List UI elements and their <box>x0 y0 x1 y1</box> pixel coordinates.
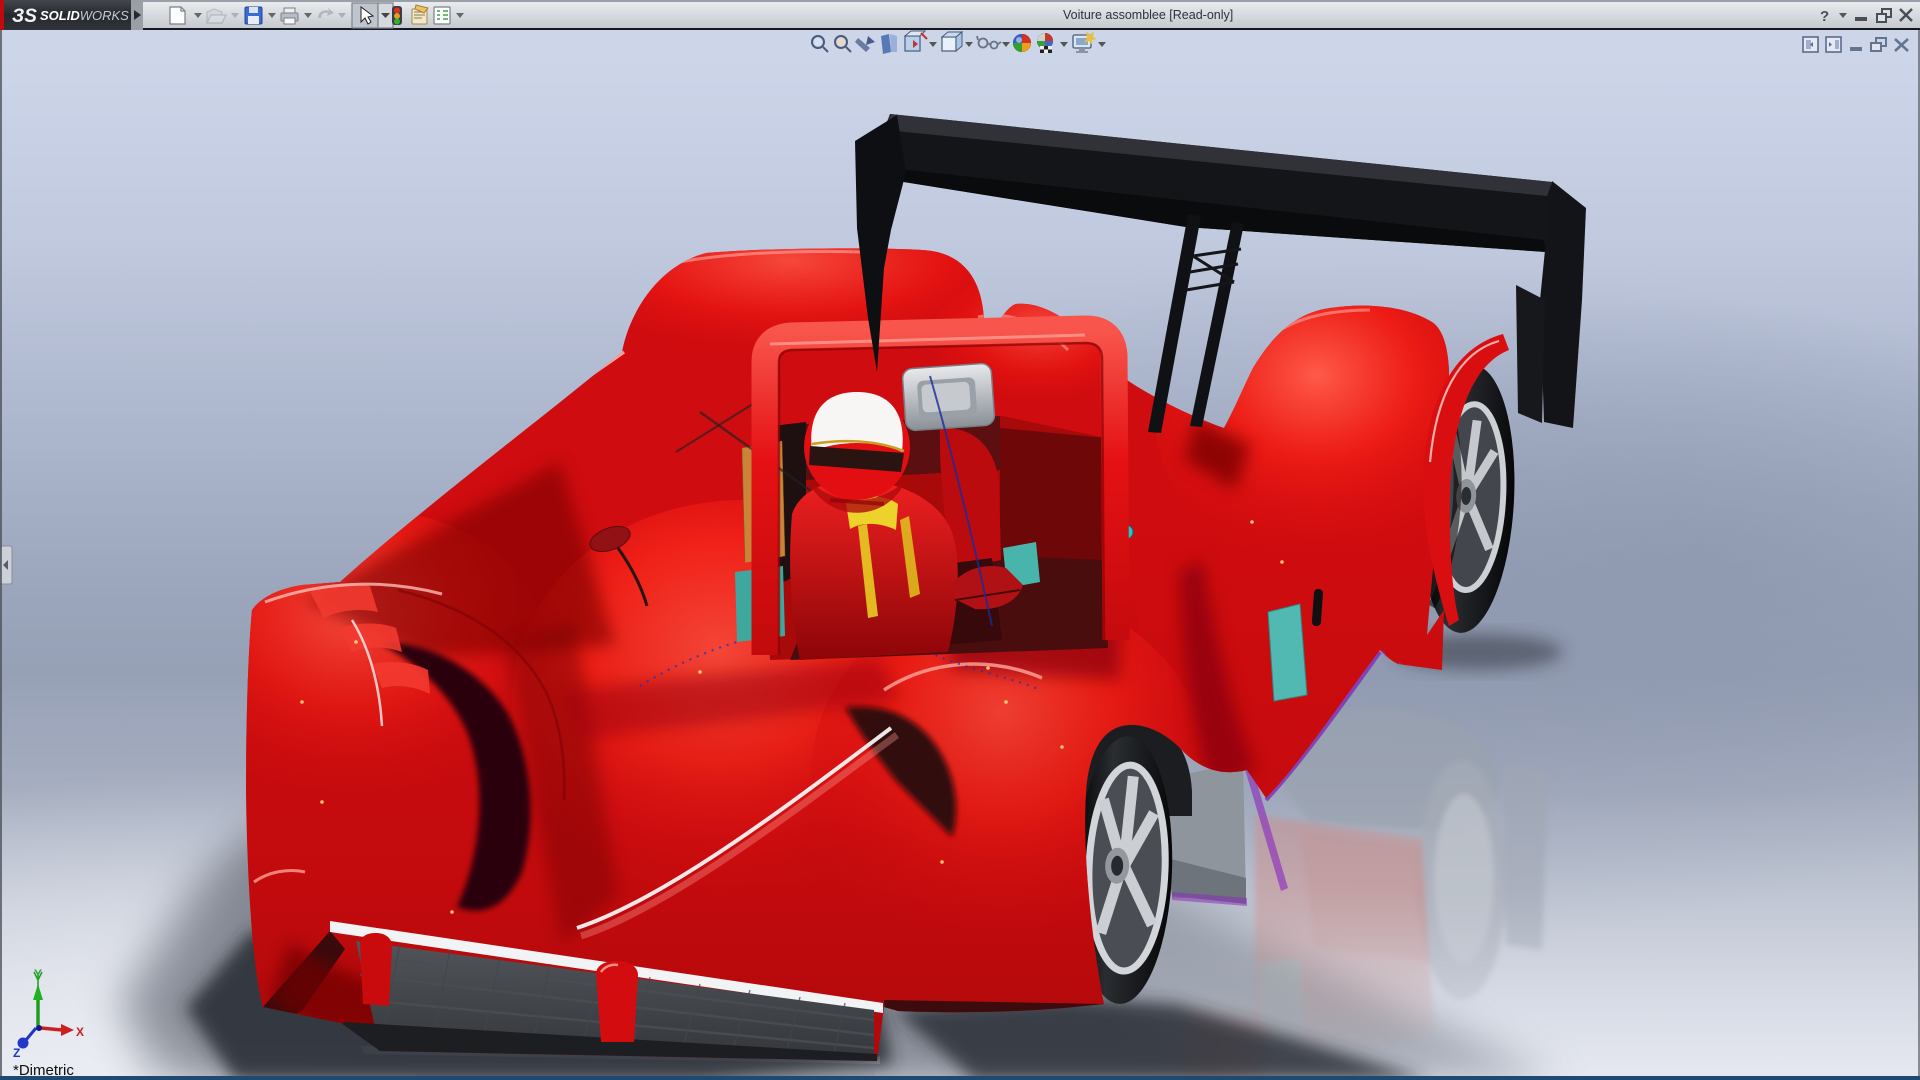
svg-text:?: ? <box>1820 8 1829 25</box>
svg-text:Y: Y <box>34 967 42 981</box>
svg-text:SOLIDWORKS: SOLIDWORKS <box>40 8 129 23</box>
svg-text:ЗS: ЗS <box>12 6 37 27</box>
svg-text:X: X <box>76 1025 84 1039</box>
svg-text:Z: Z <box>13 1046 20 1060</box>
svg-text:Voiture assomblee [Read-only]: Voiture assomblee [Read-only] <box>1063 8 1233 22</box>
